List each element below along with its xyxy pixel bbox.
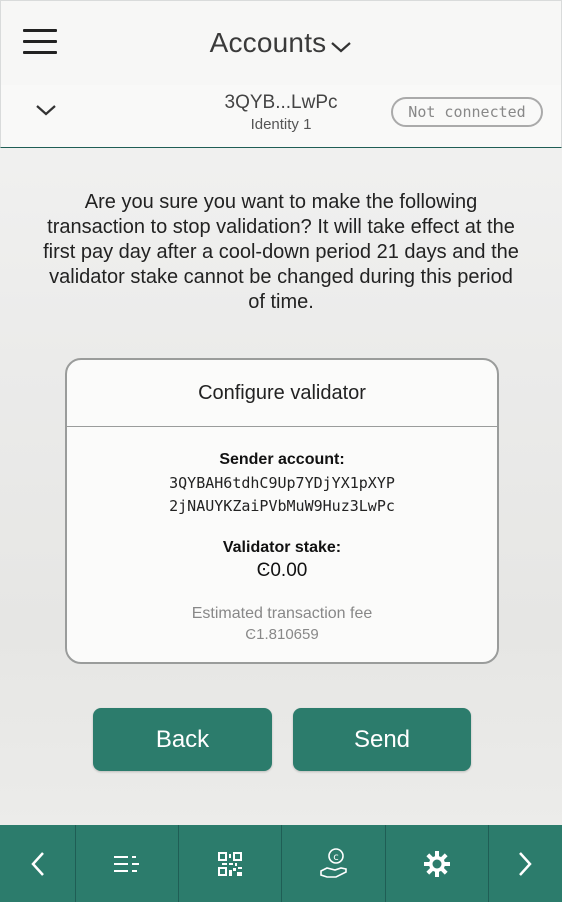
page-title[interactable]: Accounts — [1, 27, 561, 61]
back-button[interactable]: Back — [93, 708, 272, 771]
page-title-text: Accounts — [209, 27, 327, 58]
sender-label: Sender account: — [219, 451, 345, 468]
fee-value: Ͼ1.810659 — [245, 626, 319, 643]
card-title: Configure validator — [198, 382, 366, 404]
svg-text:c: c — [333, 852, 339, 863]
send-button[interactable]: Send — [293, 708, 471, 771]
list-icon[interactable] — [76, 825, 180, 902]
top-bar: Accounts — [0, 0, 562, 86]
gear-icon[interactable] — [386, 825, 489, 902]
stake-value: Ͼ0.00 — [256, 560, 308, 581]
connection-status-badge: Not connected — [391, 97, 543, 127]
chevron-right-icon[interactable] — [489, 825, 562, 902]
bottom-nav: c — [0, 825, 562, 902]
sender-address-line-1: 3QYBAH6tdhC9Up7YDjYX1pXYP — [169, 474, 395, 492]
fee-label: Estimated transaction fee — [191, 605, 373, 622]
stake-label: Validator stake: — [222, 539, 342, 556]
confirmation-message: Are you sure you want to make the follow… — [43, 191, 519, 313]
chevron-left-icon[interactable] — [0, 825, 77, 902]
sender-address-line-2: 2jNAUYKZaiPVbMuW9Huz3LwPc — [169, 497, 395, 515]
qr-code-icon[interactable] — [179, 825, 283, 902]
chevron-down-icon — [330, 29, 352, 61]
card-divider — [67, 426, 497, 427]
hand-coin-icon[interactable]: c — [282, 825, 386, 902]
transaction-card: Configure validator Sender account: 3QYB… — [65, 358, 499, 664]
